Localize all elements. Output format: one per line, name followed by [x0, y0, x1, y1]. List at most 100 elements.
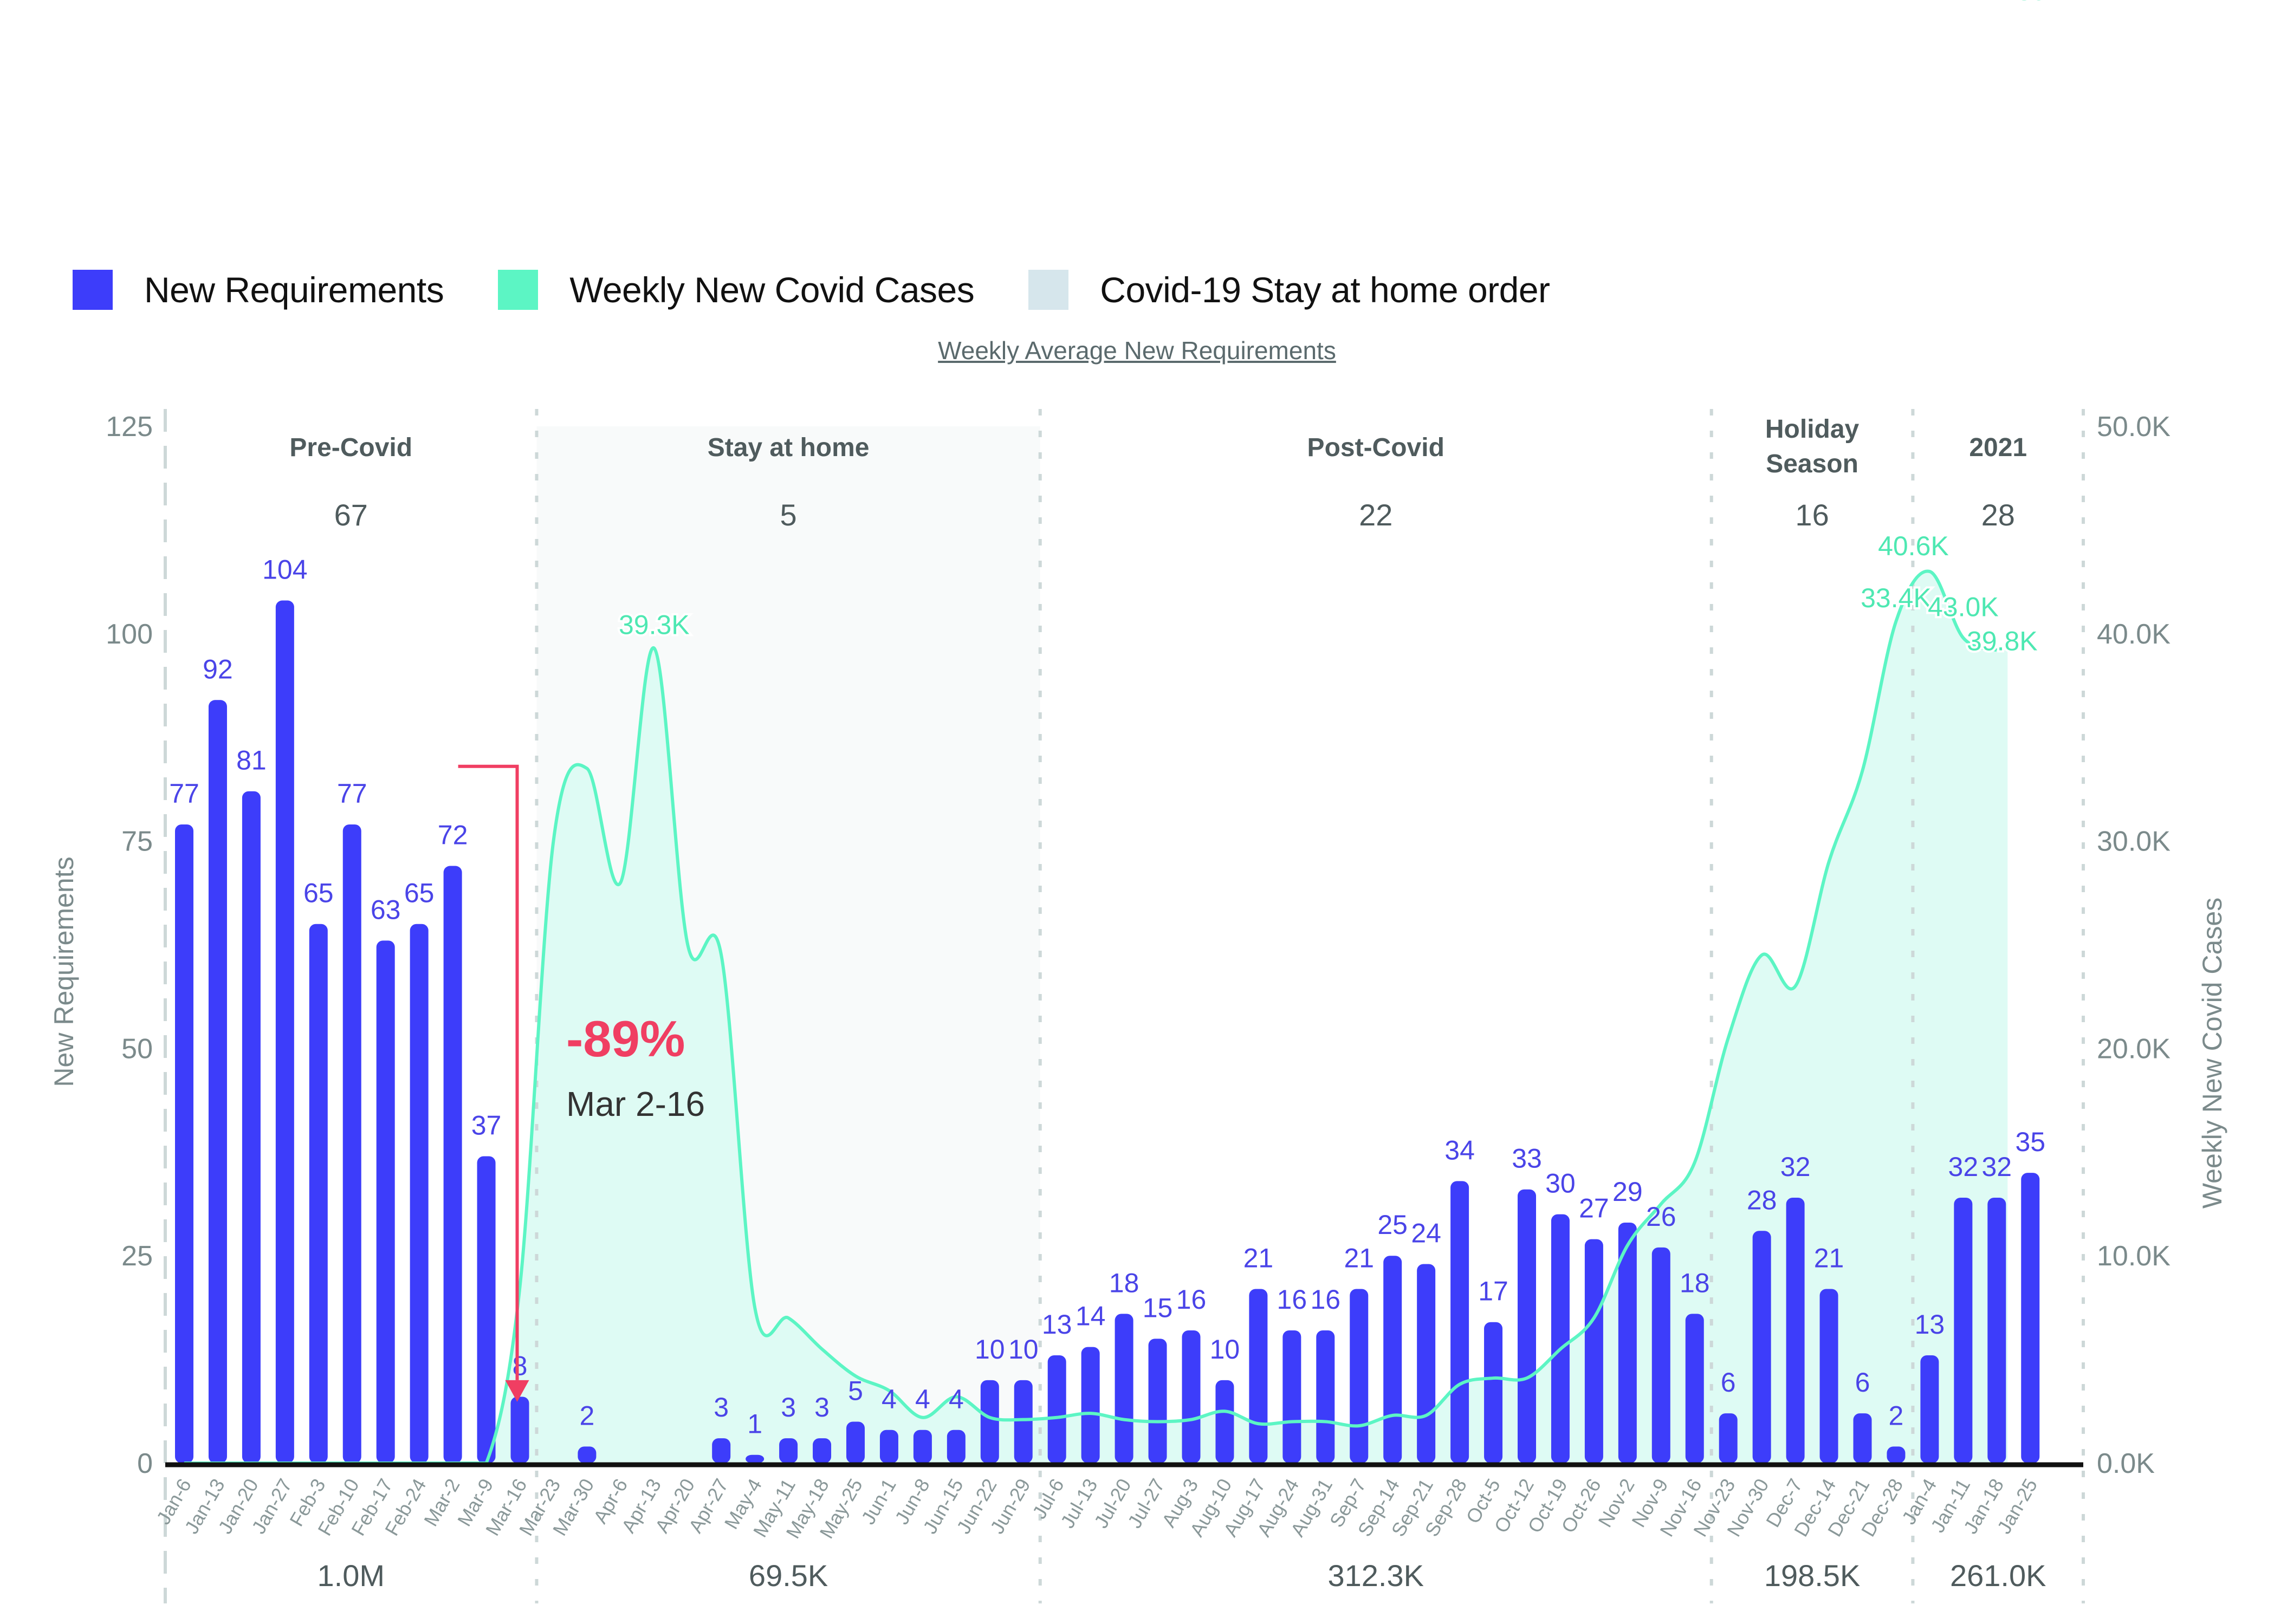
bar-new-requirements[interactable]: [879, 1430, 898, 1463]
bar-new-requirements[interactable]: [746, 1454, 765, 1463]
bar-new-requirements[interactable]: [1215, 1380, 1234, 1463]
bar-new-requirements[interactable]: [1551, 1214, 1570, 1463]
bar-new-requirements[interactable]: [1383, 1256, 1402, 1463]
section-title: Season: [1766, 450, 1858, 478]
bar-new-requirements[interactable]: [913, 1430, 932, 1463]
y-tick-left: 125: [106, 411, 153, 443]
bar-value-label: 32: [1780, 1152, 1811, 1182]
bar-value-label: 5: [848, 1375, 863, 1406]
bar-new-requirements[interactable]: [1014, 1380, 1033, 1463]
bar-new-requirements[interactable]: [1584, 1239, 1603, 1463]
bar-new-requirements[interactable]: [1752, 1231, 1771, 1463]
bar-new-requirements[interactable]: [1249, 1289, 1268, 1463]
bar-value-label: 10: [1210, 1334, 1240, 1365]
x-tick-label: Jun-1: [857, 1475, 900, 1528]
bar-new-requirements[interactable]: [813, 1438, 832, 1463]
bar-value-label: 33: [1512, 1144, 1542, 1174]
bar-value-label: 1: [747, 1409, 762, 1439]
bar-new-requirements[interactable]: [980, 1380, 999, 1463]
bar-value-label: 2: [579, 1400, 594, 1431]
y-axis-title-left: New Requirements: [49, 856, 79, 1087]
section-title: Pre-Covid: [289, 433, 412, 462]
bar-new-requirements[interactable]: [208, 700, 227, 1463]
bar-new-requirements[interactable]: [1651, 1247, 1670, 1463]
section-title: Stay at home: [708, 433, 870, 462]
bar-value-label: 4: [915, 1384, 930, 1414]
bar-value-label: 4: [949, 1384, 964, 1414]
bar-new-requirements[interactable]: [1350, 1289, 1369, 1463]
y-tick-left: 25: [121, 1240, 153, 1272]
bar-new-requirements[interactable]: [712, 1438, 731, 1463]
bar-new-requirements[interactable]: [510, 1396, 529, 1463]
bar-new-requirements[interactable]: [1685, 1314, 1704, 1463]
y-tick-right: 50.0K: [2097, 411, 2171, 443]
bar-value-label: 21: [1814, 1243, 1844, 1273]
bar-new-requirements[interactable]: [1887, 1446, 1906, 1463]
bar-value-label: 2: [1889, 1400, 1904, 1431]
bar-value-label: 17: [1478, 1276, 1508, 1307]
bar-new-requirements[interactable]: [410, 924, 429, 1463]
bar-value-label: 35: [2015, 1127, 2045, 1157]
bar-value-label: 37: [471, 1110, 502, 1140]
bar-value-label: 77: [337, 778, 367, 809]
section-average: 5: [780, 498, 797, 532]
bar-new-requirements[interactable]: [242, 791, 261, 1463]
bar-new-requirements[interactable]: [1450, 1181, 1469, 1463]
covid-value-label: 39.2K: [2017, 0, 2088, 6]
bar-new-requirements[interactable]: [1115, 1314, 1133, 1463]
section-title: Holiday: [1765, 415, 1860, 444]
y-tick-right: 40.0K: [2097, 619, 2171, 650]
bar-new-requirements[interactable]: [1853, 1413, 1872, 1463]
bar-new-requirements[interactable]: [1987, 1198, 2006, 1463]
bar-new-requirements[interactable]: [1081, 1347, 1100, 1463]
bar-new-requirements[interactable]: [1182, 1330, 1201, 1463]
bar-new-requirements[interactable]: [1417, 1264, 1436, 1463]
bar-value-label: 16: [1277, 1284, 1307, 1315]
bar-new-requirements[interactable]: [1484, 1322, 1503, 1463]
bar-new-requirements[interactable]: [1282, 1330, 1301, 1463]
bar-new-requirements[interactable]: [1719, 1413, 1738, 1463]
bar-new-requirements[interactable]: [1954, 1198, 1973, 1463]
bar-value-label: 32: [1981, 1152, 2012, 1182]
bar-new-requirements[interactable]: [1786, 1198, 1805, 1463]
bar-new-requirements[interactable]: [1920, 1355, 1939, 1463]
bar-new-requirements[interactable]: [309, 924, 328, 1463]
bar-new-requirements[interactable]: [947, 1430, 966, 1463]
bar-value-label: 3: [714, 1392, 729, 1422]
covid-value-label: 39.3K: [619, 610, 690, 640]
bar-new-requirements[interactable]: [1047, 1355, 1066, 1463]
covid-value-label: 39.8K: [1967, 626, 2038, 656]
bar-new-requirements[interactable]: [1518, 1189, 1536, 1463]
section-total: 1.0M: [317, 1558, 385, 1593]
section-total: 198.5K: [1764, 1558, 1861, 1593]
bar-value-label: 10: [1008, 1334, 1039, 1365]
y-axis-title-right: Weekly New Covid Cases: [2197, 898, 2227, 1209]
bar-new-requirements[interactable]: [1148, 1339, 1167, 1463]
bar-new-requirements[interactable]: [275, 600, 294, 1463]
bar-new-requirements[interactable]: [342, 824, 361, 1463]
section-average: 22: [1359, 498, 1392, 532]
bar-new-requirements[interactable]: [779, 1438, 798, 1463]
bar-new-requirements[interactable]: [1316, 1330, 1335, 1463]
y-tick-left: 100: [106, 619, 153, 650]
bar-value-label: 65: [303, 878, 334, 908]
bar-value-label: 104: [262, 555, 307, 585]
combo-chart: 77928110465776365723782 313 35 4 4 410 1013 141…: [49, 0, 2227, 1603]
y-tick-right: 30.0K: [2097, 826, 2171, 858]
bar-new-requirements[interactable]: [175, 824, 193, 1463]
bar-value-label: 14: [1076, 1301, 1106, 1331]
section-title: Post-Covid: [1307, 433, 1444, 462]
bar-value-label: 4: [882, 1384, 897, 1414]
bar-new-requirements[interactable]: [443, 866, 462, 1463]
bar-new-requirements[interactable]: [2021, 1173, 2040, 1463]
bar-new-requirements[interactable]: [846, 1421, 865, 1463]
bar-new-requirements[interactable]: [578, 1446, 597, 1463]
bar-value-label: 21: [1243, 1243, 1274, 1273]
bar-new-requirements[interactable]: [477, 1156, 496, 1463]
bar-new-requirements[interactable]: [1819, 1289, 1838, 1463]
bar-value-label: 6: [1855, 1367, 1870, 1398]
bar-value-label: 16: [1310, 1284, 1340, 1315]
bar-value-label: 28: [1747, 1185, 1777, 1215]
bar-new-requirements[interactable]: [376, 940, 395, 1463]
bar-value-label: 77: [169, 778, 199, 809]
